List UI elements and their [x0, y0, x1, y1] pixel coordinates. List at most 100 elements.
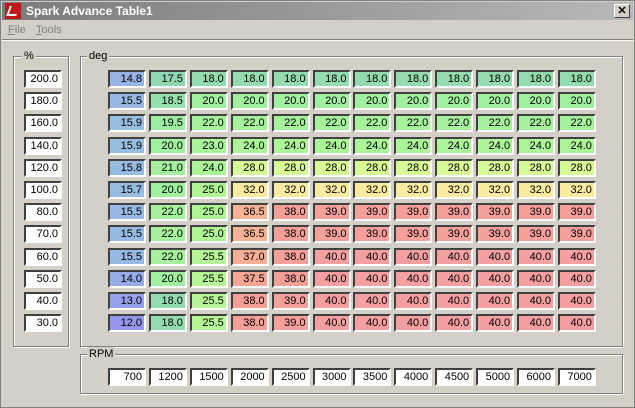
- table-cell[interactable]: 38.0: [271, 269, 310, 288]
- table-cell[interactable]: 40.0: [557, 269, 596, 288]
- table-cell[interactable]: 18.0: [189, 70, 228, 88]
- rpm-axis-cell[interactable]: 3500: [353, 368, 392, 386]
- table-cell[interactable]: 39.0: [435, 225, 474, 244]
- table-cell[interactable]: 20.0: [148, 136, 187, 155]
- table-cell[interactable]: 24.0: [353, 136, 392, 155]
- table-cell[interactable]: 20.0: [271, 92, 310, 111]
- table-cell[interactable]: 15.5: [108, 203, 146, 222]
- table-cell[interactable]: 38.0: [271, 247, 310, 266]
- rpm-axis-cell[interactable]: 4500: [435, 368, 474, 386]
- rpm-axis-cell[interactable]: 4000: [394, 368, 433, 386]
- app-icon[interactable]: [5, 3, 21, 19]
- table-cell[interactable]: 18.0: [230, 70, 269, 88]
- table-cell[interactable]: 17.5: [148, 70, 187, 88]
- table-cell[interactable]: 18.0: [476, 70, 515, 88]
- table-cell[interactable]: 15.5: [108, 92, 146, 111]
- table-cell[interactable]: 40.0: [517, 292, 555, 310]
- table-cell[interactable]: 24.0: [394, 136, 433, 155]
- table-cell[interactable]: 24.0: [435, 136, 474, 155]
- table-cell[interactable]: 18.5: [148, 92, 187, 111]
- table-cell[interactable]: 24.0: [230, 136, 269, 155]
- table-cell[interactable]: 32.0: [312, 181, 351, 199]
- table-cell[interactable]: 32.0: [476, 181, 515, 199]
- table-cell[interactable]: 15.9: [108, 114, 146, 133]
- table-cell[interactable]: 40.0: [517, 314, 555, 333]
- table-cell[interactable]: 40.0: [476, 269, 515, 288]
- table-cell[interactable]: 15.9: [108, 136, 146, 155]
- table-cell[interactable]: 20.0: [394, 92, 433, 111]
- table-cell[interactable]: 28.0: [271, 158, 310, 177]
- table-cell[interactable]: 32.0: [271, 181, 310, 199]
- table-cell[interactable]: 20.0: [476, 92, 515, 111]
- table-cell[interactable]: 15.5: [108, 247, 146, 266]
- table-cell[interactable]: 22.0: [271, 114, 310, 133]
- table-cell[interactable]: 20.0: [557, 92, 596, 111]
- table-cell[interactable]: 39.0: [312, 203, 351, 222]
- load-axis-cell[interactable]: 40.0: [24, 292, 62, 310]
- table-cell[interactable]: 20.0: [353, 92, 392, 111]
- table-cell[interactable]: 22.0: [230, 114, 269, 133]
- table-cell[interactable]: 40.0: [353, 314, 392, 333]
- table-cell[interactable]: 22.0: [557, 114, 596, 133]
- table-cell[interactable]: 39.0: [517, 225, 555, 244]
- table-cell[interactable]: 39.0: [435, 203, 474, 222]
- table-cell[interactable]: 19.5: [148, 114, 187, 133]
- table-cell[interactable]: 40.0: [312, 314, 351, 333]
- rpm-axis-cell[interactable]: 7000: [557, 368, 596, 386]
- table-cell[interactable]: 37.5: [230, 269, 269, 288]
- table-cell[interactable]: 36.5: [230, 225, 269, 244]
- table-cell[interactable]: 40.0: [312, 269, 351, 288]
- table-cell[interactable]: 39.0: [476, 203, 515, 222]
- table-cell[interactable]: 39.0: [353, 225, 392, 244]
- table-cell[interactable]: 40.0: [476, 292, 515, 310]
- table-cell[interactable]: 28.0: [557, 158, 596, 177]
- table-cell[interactable]: 32.0: [230, 181, 269, 199]
- table-cell[interactable]: 23.0: [189, 136, 228, 155]
- table-cell[interactable]: 28.0: [312, 158, 351, 177]
- table-cell[interactable]: 25.5: [189, 314, 228, 333]
- table-cell[interactable]: 12.0: [108, 314, 146, 333]
- table-cell[interactable]: 32.0: [557, 181, 596, 199]
- rpm-axis-cell[interactable]: 1200: [148, 368, 187, 386]
- table-cell[interactable]: 20.0: [148, 269, 187, 288]
- table-cell[interactable]: 13.0: [108, 292, 146, 310]
- table-cell[interactable]: 15.5: [108, 225, 146, 244]
- table-cell[interactable]: 40.0: [353, 292, 392, 310]
- table-cell[interactable]: 18.0: [394, 70, 433, 88]
- table-cell[interactable]: 40.0: [353, 269, 392, 288]
- table-cell[interactable]: 39.0: [476, 225, 515, 244]
- table-cell[interactable]: 18.0: [435, 70, 474, 88]
- table-cell[interactable]: 38.0: [271, 203, 310, 222]
- load-axis-cell[interactable]: 100.0: [24, 181, 62, 199]
- table-cell[interactable]: 39.0: [394, 225, 433, 244]
- table-cell[interactable]: 37.0: [230, 247, 269, 266]
- load-axis-cell[interactable]: 80.0: [24, 203, 62, 222]
- load-axis-cell[interactable]: 70.0: [24, 225, 62, 244]
- menu-tools[interactable]: Tools: [36, 24, 62, 36]
- table-cell[interactable]: 40.0: [476, 314, 515, 333]
- table-cell[interactable]: 25.5: [189, 269, 228, 288]
- table-cell[interactable]: 40.0: [517, 247, 555, 266]
- table-cell[interactable]: 28.0: [435, 158, 474, 177]
- table-cell[interactable]: 40.0: [476, 247, 515, 266]
- table-cell[interactable]: 18.0: [271, 70, 310, 88]
- table-cell[interactable]: 21.0: [148, 158, 187, 177]
- table-cell[interactable]: 39.0: [353, 203, 392, 222]
- table-cell[interactable]: 15.7: [108, 181, 146, 199]
- table-cell[interactable]: 22.0: [476, 114, 515, 133]
- table-cell[interactable]: 32.0: [353, 181, 392, 199]
- load-axis-cell[interactable]: 60.0: [24, 247, 62, 266]
- table-cell[interactable]: 38.0: [230, 292, 269, 310]
- title-bar[interactable]: Spark Advance Table1 ✕: [2, 2, 633, 20]
- rpm-axis-cell[interactable]: 1500: [189, 368, 228, 386]
- table-cell[interactable]: 28.0: [476, 158, 515, 177]
- table-cell[interactable]: 40.0: [394, 314, 433, 333]
- table-cell[interactable]: 25.0: [189, 203, 228, 222]
- table-cell[interactable]: 40.0: [312, 292, 351, 310]
- table-cell[interactable]: 40.0: [435, 292, 474, 310]
- table-cell[interactable]: 20.0: [230, 92, 269, 111]
- table-cell[interactable]: 40.0: [557, 247, 596, 266]
- table-cell[interactable]: 24.0: [557, 136, 596, 155]
- table-cell[interactable]: 40.0: [353, 247, 392, 266]
- table-cell[interactable]: 25.5: [189, 292, 228, 310]
